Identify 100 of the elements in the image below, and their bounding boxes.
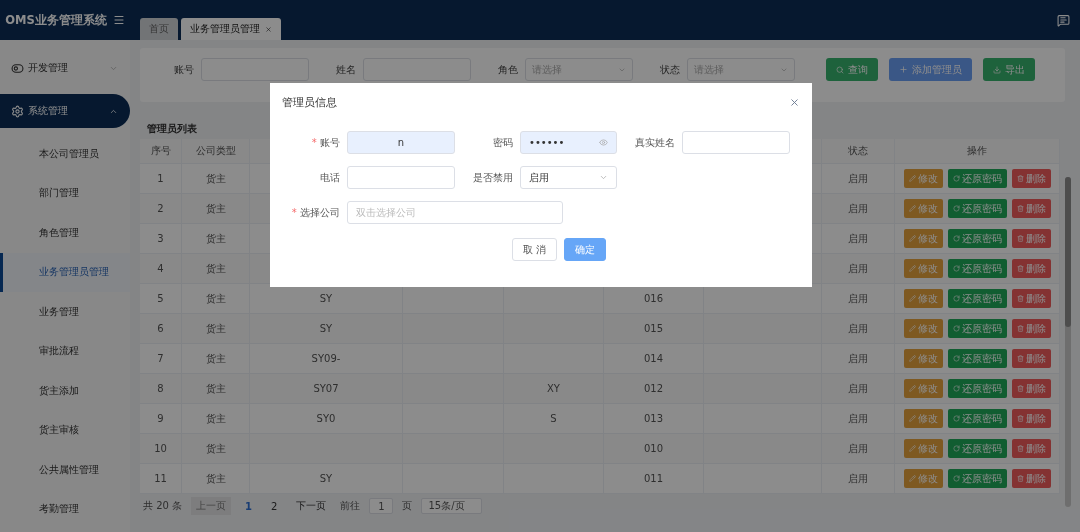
input-field[interactable]	[347, 166, 455, 189]
refresh-icon	[952, 295, 960, 302]
row-action-button[interactable]: 删除	[1011, 319, 1051, 338]
table-cell: SY0	[316, 413, 336, 424]
sidebar-group[interactable]: 开发管理	[0, 48, 130, 88]
cancel-button[interactable]: 取 消	[511, 238, 558, 261]
scrollbar[interactable]	[1064, 177, 1072, 507]
row-action-button[interactable]: 还原密码	[947, 409, 1007, 428]
select-field[interactable]: 启用	[520, 166, 617, 189]
page-input[interactable]: 1	[369, 498, 394, 514]
close-icon[interactable]	[265, 25, 272, 33]
table-cell: 8	[157, 383, 164, 394]
sidebar-item[interactable]: 业务管理员管理	[0, 252, 130, 292]
row-action-button[interactable]: 还原密码	[947, 169, 1007, 188]
toolbar-button[interactable]: 查询	[826, 58, 878, 81]
row-action-button[interactable]: 修改	[903, 409, 943, 428]
table-cell: 货主	[205, 441, 226, 456]
sidebar-item[interactable]: 业务管理	[0, 292, 130, 332]
row-action-button[interactable]: 修改	[903, 259, 943, 278]
row-action-button[interactable]: 还原密码	[947, 379, 1007, 398]
page-number[interactable]: 2	[266, 498, 283, 514]
row-action-button[interactable]: 修改	[903, 229, 943, 248]
table-cell: 1	[157, 173, 164, 184]
sidebar-item[interactable]: 考勤管理	[0, 489, 130, 529]
row-action-button[interactable]: 删除	[1011, 229, 1051, 248]
row-action-button[interactable]: 删除	[1011, 259, 1051, 278]
row-action-button[interactable]: 删除	[1011, 469, 1051, 488]
row-action-button[interactable]: 还原密码	[947, 229, 1007, 248]
row-action-button[interactable]: 修改	[903, 349, 943, 368]
search-icon	[836, 65, 844, 74]
toolbar-button[interactable]: 添加管理员	[889, 58, 972, 81]
row-action-button[interactable]: 还原密码	[947, 349, 1007, 368]
row-action-button[interactable]: 修改	[903, 469, 943, 488]
row-action-button[interactable]: 还原密码	[947, 259, 1007, 278]
app-title: OMS业务管理系统	[5, 12, 107, 28]
row-action-button[interactable]: 删除	[1011, 169, 1051, 188]
row-action-button[interactable]: 修改	[903, 169, 943, 188]
table-cell: 货主	[205, 381, 226, 396]
refresh-icon	[952, 475, 960, 482]
table-cell: 货主	[205, 291, 226, 306]
table-cell: 4	[157, 263, 164, 274]
row-action-button[interactable]: 删除	[1011, 199, 1051, 218]
table-cell: 013	[643, 413, 664, 424]
row-action-button[interactable]: 删除	[1011, 289, 1051, 308]
row-action-button[interactable]: 删除	[1011, 349, 1051, 368]
trash-icon	[1016, 235, 1024, 242]
input-field[interactable]: n	[347, 131, 455, 154]
filter-label: 角色	[498, 63, 518, 77]
table-cell: 10	[154, 443, 167, 454]
sidebar-item[interactable]: 部门管理	[0, 173, 130, 213]
row-action-button[interactable]: 删除	[1011, 379, 1051, 398]
field-label: * 选择公司	[291, 205, 341, 220]
toolbar-button[interactable]: 导出	[983, 58, 1035, 81]
sidebar-group[interactable]: 系统管理	[0, 94, 130, 128]
eye-icon[interactable]	[599, 138, 608, 147]
input-field[interactable]	[682, 131, 790, 154]
row-action-button[interactable]: 修改	[903, 379, 943, 398]
page-tab[interactable]: 业务管理员管理	[181, 18, 281, 40]
row-action-button[interactable]: 修改	[903, 289, 943, 308]
sidebar-item[interactable]: 货主添加	[0, 371, 130, 411]
sidebar-item[interactable]: 本公司管理员	[0, 134, 130, 174]
sidebar-item[interactable]: 角色管理	[0, 213, 130, 253]
column-header: 公司类型	[195, 144, 236, 158]
table-cell: SY07	[313, 383, 339, 394]
pencil-icon	[908, 175, 916, 182]
refresh-icon	[952, 355, 960, 362]
row-action-button[interactable]: 删除	[1011, 439, 1051, 458]
table-cell: 货主	[205, 321, 226, 336]
column-header: 序号	[150, 144, 171, 158]
table-cell: XY	[547, 383, 560, 394]
table-cell: 3	[157, 233, 164, 244]
download-icon	[993, 65, 1001, 74]
menu-icon[interactable]	[112, 14, 125, 26]
table-cell: 启用	[848, 381, 868, 396]
table-cell: 7	[157, 353, 164, 364]
row-action-button[interactable]: 修改	[903, 319, 943, 338]
row-action-button[interactable]: 还原密码	[947, 319, 1007, 338]
close-icon[interactable]	[789, 96, 800, 108]
field-label: 电话	[320, 170, 341, 185]
confirm-button[interactable]: 确定	[564, 238, 607, 261]
table-cell: 014	[643, 353, 664, 364]
sidebar-item[interactable]: 审批流程	[0, 331, 130, 371]
trash-icon	[1016, 355, 1024, 362]
row-action-button[interactable]: 还原密码	[947, 289, 1007, 308]
row-action-button[interactable]: 删除	[1011, 409, 1051, 428]
row-action-button[interactable]: 还原密码	[947, 469, 1007, 488]
page-size-select[interactable]: 15条/页	[421, 498, 482, 514]
help-icon[interactable]	[1057, 13, 1070, 27]
table-cell: 016	[643, 293, 664, 304]
sidebar-item[interactable]: 公共属性管理	[0, 450, 130, 490]
trash-icon	[1016, 475, 1024, 482]
row-action-button[interactable]: 还原密码	[947, 439, 1007, 458]
row-action-button[interactable]: 还原密码	[947, 199, 1007, 218]
page-number[interactable]: 1	[240, 498, 258, 514]
password-field[interactable]: ••••••	[520, 131, 617, 154]
row-action-button[interactable]: 修改	[903, 439, 943, 458]
sidebar-item[interactable]: 货主审核	[0, 410, 130, 450]
pencil-icon	[908, 235, 916, 242]
row-action-button[interactable]: 修改	[903, 199, 943, 218]
goto-label: 前往	[340, 499, 361, 513]
